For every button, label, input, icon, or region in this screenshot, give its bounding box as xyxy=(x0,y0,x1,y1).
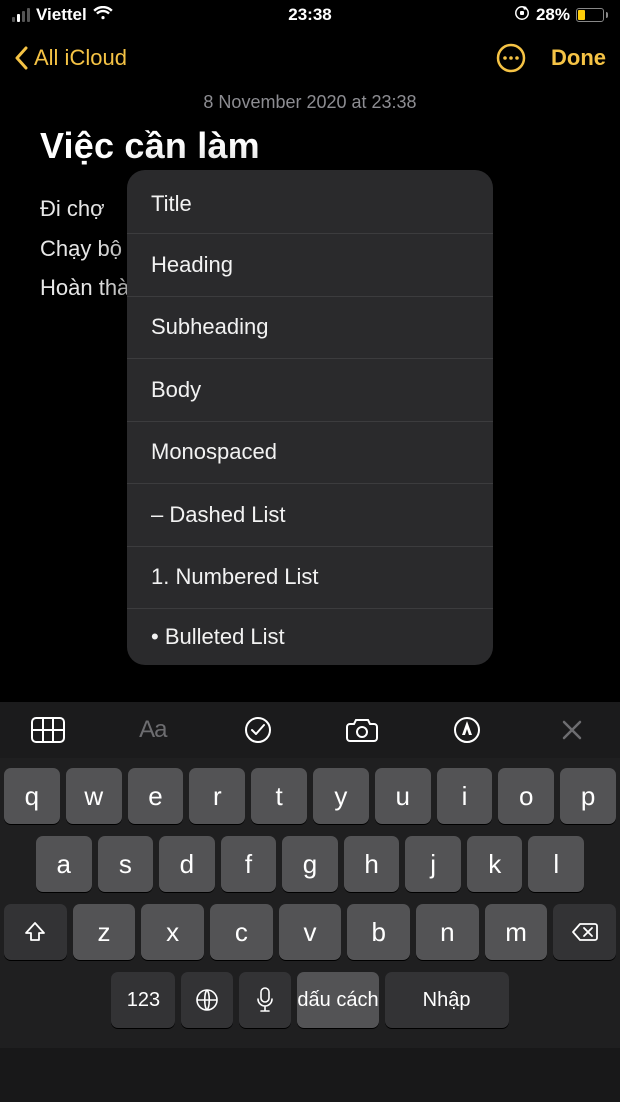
globe-key[interactable] xyxy=(181,972,233,1028)
dictation-key[interactable] xyxy=(239,972,291,1028)
format-option-monospaced[interactable]: Monospaced xyxy=(127,422,493,485)
backspace-icon xyxy=(571,922,599,942)
done-button[interactable]: Done xyxy=(551,45,606,71)
keyboard-row: z x c v b n m xyxy=(4,904,616,960)
key-k[interactable]: k xyxy=(467,836,523,892)
key-m[interactable]: m xyxy=(485,904,548,960)
globe-icon xyxy=(195,988,219,1012)
key-l[interactable]: l xyxy=(528,836,584,892)
key-b[interactable]: b xyxy=(347,904,410,960)
space-key[interactable]: dấu cách xyxy=(297,972,378,1028)
key-y[interactable]: y xyxy=(313,768,369,824)
keyboard-area: Aa q w e r t y u i o p a s d xyxy=(0,702,620,1102)
shift-key[interactable] xyxy=(4,904,67,960)
keyboard-row: 123 dấu cách Nhập xyxy=(4,972,616,1028)
ellipsis-circle-icon xyxy=(495,42,527,74)
checklist-button[interactable] xyxy=(238,715,278,745)
mic-icon xyxy=(256,987,274,1013)
format-option-bulleted-list[interactable]: • Bulleted List xyxy=(127,609,493,665)
pencil-circle-icon xyxy=(452,715,482,745)
shift-icon xyxy=(24,921,46,943)
key-u[interactable]: u xyxy=(375,768,431,824)
keyboard-row: q w e r t y u i o p xyxy=(4,768,616,824)
check-circle-icon xyxy=(243,715,273,745)
close-icon xyxy=(561,719,583,741)
keyboard-row: a s d f g h j k l xyxy=(4,836,616,892)
key-r[interactable]: r xyxy=(189,768,245,824)
key-p[interactable]: p xyxy=(560,768,616,824)
key-o[interactable]: o xyxy=(498,768,554,824)
key-e[interactable]: e xyxy=(128,768,184,824)
format-option-subheading[interactable]: Subheading xyxy=(127,297,493,360)
format-option-body[interactable]: Body xyxy=(127,359,493,422)
key-c[interactable]: c xyxy=(210,904,273,960)
key-z[interactable]: z xyxy=(73,904,136,960)
key-t[interactable]: t xyxy=(251,768,307,824)
back-button[interactable]: All iCloud xyxy=(14,45,127,71)
camera-button[interactable] xyxy=(342,717,382,743)
status-bar: Viettel 23:38 28% ⚡︎ xyxy=(0,0,620,30)
carrier-label: Viettel xyxy=(36,5,87,25)
key-v[interactable]: v xyxy=(279,904,342,960)
key-i[interactable]: i xyxy=(437,768,493,824)
orientation-lock-icon xyxy=(514,5,530,26)
key-x[interactable]: x xyxy=(141,904,204,960)
camera-icon xyxy=(345,717,379,743)
format-toolbar: Aa xyxy=(0,702,620,758)
key-h[interactable]: h xyxy=(344,836,400,892)
key-w[interactable]: w xyxy=(66,768,122,824)
back-label: All iCloud xyxy=(34,45,127,71)
key-n[interactable]: n xyxy=(416,904,479,960)
more-button[interactable] xyxy=(495,42,527,74)
key-g[interactable]: g xyxy=(282,836,338,892)
key-j[interactable]: j xyxy=(405,836,461,892)
key-a[interactable]: a xyxy=(36,836,92,892)
return-key[interactable]: Nhập xyxy=(385,972,509,1028)
signal-icon xyxy=(12,8,30,22)
format-style-menu: Title Heading Subheading Body Monospaced… xyxy=(127,170,493,665)
note-timestamp: 8 November 2020 at 23:38 xyxy=(40,86,580,125)
format-option-heading[interactable]: Heading xyxy=(127,234,493,297)
table-button[interactable] xyxy=(28,716,68,744)
close-toolbar-button[interactable] xyxy=(552,719,592,741)
text-format-button[interactable]: Aa xyxy=(133,716,173,744)
key-d[interactable]: d xyxy=(159,836,215,892)
soft-keyboard: q w e r t y u i o p a s d f g h j k l z xyxy=(0,758,620,1048)
format-option-title[interactable]: Title xyxy=(127,174,493,234)
chevron-left-icon xyxy=(14,46,30,70)
markup-button[interactable] xyxy=(447,715,487,745)
nav-bar: All iCloud Done xyxy=(0,30,620,86)
battery-icon: ⚡︎ xyxy=(576,8,608,22)
format-option-numbered-list[interactable]: 1. Numbered List xyxy=(127,547,493,610)
backspace-key[interactable] xyxy=(553,904,616,960)
numbers-key[interactable]: 123 xyxy=(111,972,175,1028)
battery-pct-label: 28% xyxy=(536,5,570,25)
key-f[interactable]: f xyxy=(221,836,277,892)
format-option-dashed-list[interactable]: – Dashed List xyxy=(127,484,493,547)
wifi-icon xyxy=(93,5,113,25)
table-icon xyxy=(30,716,66,744)
key-q[interactable]: q xyxy=(4,768,60,824)
key-s[interactable]: s xyxy=(98,836,154,892)
